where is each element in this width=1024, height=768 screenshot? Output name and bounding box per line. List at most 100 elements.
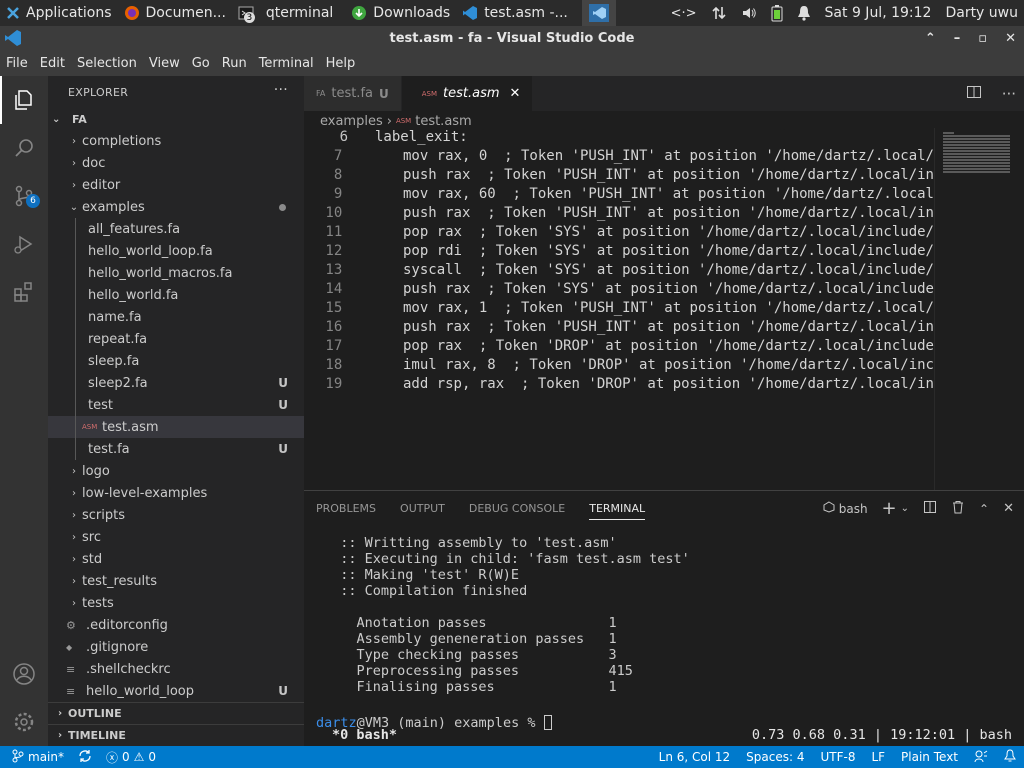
- breadcrumb-file[interactable]: test.asm: [415, 114, 472, 129]
- tree-item[interactable]: hello_world.fa: [48, 284, 304, 306]
- search-icon[interactable]: [0, 124, 48, 172]
- notification-bell-icon[interactable]: [797, 5, 811, 21]
- tree-item[interactable]: › logo: [48, 460, 304, 482]
- chevron-down-icon[interactable]: ⌄: [901, 503, 909, 514]
- restore-icon[interactable]: ▫: [978, 31, 987, 46]
- menu-help[interactable]: Help: [320, 56, 362, 71]
- menu-selection[interactable]: Selection: [71, 56, 143, 71]
- tree-item[interactable]: ASM test.asm: [48, 416, 304, 438]
- tree-item[interactable]: sleep2.fa U: [48, 372, 304, 394]
- taskbar-active-window[interactable]: [581, 0, 616, 26]
- timeline-section[interactable]: › TIMELINE: [48, 724, 304, 746]
- run-debug-icon[interactable]: [0, 220, 48, 268]
- tree-item[interactable]: test.fa U: [48, 438, 304, 460]
- extensions-icon[interactable]: [0, 268, 48, 316]
- maximize-panel-icon[interactable]: ⌃: [979, 502, 989, 516]
- tree-item[interactable]: › doc: [48, 152, 304, 174]
- new-terminal-icon[interactable]: +: [882, 498, 897, 519]
- tree-item[interactable]: › src: [48, 526, 304, 548]
- tree-item[interactable]: › scripts: [48, 504, 304, 526]
- source-control-icon[interactable]: 6: [0, 172, 48, 220]
- tree-item[interactable]: sleep.fa: [48, 350, 304, 372]
- menu-go[interactable]: Go: [186, 56, 216, 71]
- maximize-up-icon[interactable]: ⌃: [925, 31, 936, 46]
- taskbar-qterminal[interactable]: 3 qterminal: [232, 0, 339, 26]
- tab-terminal[interactable]: TERMINAL: [589, 497, 646, 520]
- tree-item[interactable]: › editor: [48, 174, 304, 196]
- explorer-icon[interactable]: [0, 76, 48, 124]
- code-line[interactable]: 12 pop rdi ; Token 'SYS' at position '/h…: [304, 242, 934, 261]
- code-line[interactable]: 17 pop rax ; Token 'DROP' at position '/…: [304, 337, 934, 356]
- encoding[interactable]: UTF-8: [820, 750, 855, 764]
- taskbar-firefox[interactable]: Documen...: [118, 0, 232, 26]
- network-code-icon[interactable]: <·>: [671, 6, 697, 21]
- user-name[interactable]: Darty uwu: [945, 5, 1018, 21]
- minimap[interactable]: [934, 128, 1024, 490]
- tree-item[interactable]: hello_world_loop.fa: [48, 240, 304, 262]
- tree-item[interactable]: › tests: [48, 592, 304, 614]
- settings-gear-icon[interactable]: [0, 698, 48, 746]
- code-line[interactable]: 11 pop rax ; Token 'SYS' at position '/h…: [304, 223, 934, 242]
- code-line[interactable]: 13 syscall ; Token 'SYS' at position '/h…: [304, 261, 934, 280]
- menu-file[interactable]: File: [0, 56, 34, 71]
- tree-item[interactable]: ≡ .shellcheckrc: [48, 658, 304, 680]
- tree-item[interactable]: test U: [48, 394, 304, 416]
- code-line[interactable]: 14 push rax ; Token 'SYS' at position '/…: [304, 280, 934, 299]
- account-icon[interactable]: [0, 650, 48, 698]
- terminal-shell-selector[interactable]: bash: [823, 501, 868, 516]
- tab-debug-console[interactable]: DEBUG CONSOLE: [469, 502, 565, 515]
- code-line[interactable]: 8 push rax ; Token 'PUSH_INT' at positio…: [304, 166, 934, 185]
- code-line[interactable]: 18 imul rax, 8 ; Token 'DROP' at positio…: [304, 356, 934, 375]
- tab-output[interactable]: OUTPUT: [400, 502, 445, 515]
- taskbar-downloads[interactable]: Downloads: [345, 0, 456, 26]
- problems-summary[interactable]: ⓧ 0 ⚠ 0: [106, 749, 156, 766]
- code-line[interactable]: 16 push rax ; Token 'PUSH_INT' at positi…: [304, 318, 934, 337]
- taskbar-vscode[interactable]: test.asm -...: [456, 0, 574, 26]
- menu-run[interactable]: Run: [216, 56, 253, 71]
- tree-item[interactable]: hello_world_macros.fa: [48, 262, 304, 284]
- language-mode[interactable]: Plain Text: [901, 750, 958, 764]
- notifications-icon[interactable]: [1004, 748, 1016, 766]
- tab-test-fa[interactable]: FA test.fa U: [304, 76, 402, 111]
- tree-item[interactable]: repeat.fa: [48, 328, 304, 350]
- close-icon[interactable]: ✕: [1005, 31, 1016, 46]
- tree-item[interactable]: ⌄ examples: [48, 196, 304, 218]
- menu-terminal[interactable]: Terminal: [253, 56, 320, 71]
- code-line[interactable]: 9 mov rax, 60 ; Token 'PUSH_INT' at posi…: [304, 185, 934, 204]
- sync-icon[interactable]: [78, 749, 92, 766]
- minimize-icon[interactable]: –: [954, 31, 961, 46]
- network-transfer-icon[interactable]: [711, 5, 727, 21]
- more-actions-icon[interactable]: ···: [274, 82, 288, 98]
- outline-section[interactable]: › OUTLINE: [48, 702, 304, 724]
- tree-item[interactable]: ◆ .gitignore: [48, 636, 304, 658]
- code-line[interactable]: 19 add rsp, rax ; Token 'DROP' at positi…: [304, 375, 934, 394]
- tab-problems[interactable]: PROBLEMS: [316, 502, 376, 515]
- tab-test-asm[interactable]: ASM test.asm ✕: [401, 76, 534, 111]
- battery-icon[interactable]: [771, 4, 783, 22]
- code-editor[interactable]: 6 label_exit: 7 mov rax, 0 ; Token 'PUSH_I…: [304, 128, 934, 490]
- git-branch[interactable]: main*: [12, 749, 64, 766]
- split-terminal-icon[interactable]: [923, 500, 937, 518]
- tree-item[interactable]: ≡ hello_world_loop U: [48, 680, 304, 702]
- tree-item[interactable]: › std: [48, 548, 304, 570]
- tree-item[interactable]: › test_results: [48, 570, 304, 592]
- menu-edit[interactable]: Edit: [34, 56, 71, 71]
- taskbar-applications[interactable]: Applications: [0, 0, 118, 26]
- code-line[interactable]: 15 mov rax, 1 ; Token 'PUSH_INT' at posi…: [304, 299, 934, 318]
- terminal-output[interactable]: :: Writting assembly to 'test.asm' :: Ex…: [316, 535, 1024, 731]
- tree-item[interactable]: name.fa: [48, 306, 304, 328]
- code-line[interactable]: 10 push rax ; Token 'PUSH_INT' at positi…: [304, 204, 934, 223]
- indentation[interactable]: Spaces: 4: [746, 750, 804, 764]
- tree-item[interactable]: › low-level-examples: [48, 482, 304, 504]
- tree-item[interactable]: all_features.fa: [48, 218, 304, 240]
- tree-item[interactable]: ⚙ .editorconfig: [48, 614, 304, 636]
- clock[interactable]: Sat 9 Jul, 19:12: [825, 5, 932, 21]
- split-editor-icon[interactable]: [966, 84, 982, 104]
- close-panel-icon[interactable]: ✕: [1003, 501, 1014, 516]
- trash-icon[interactable]: [951, 500, 965, 518]
- close-tab-icon[interactable]: ✕: [510, 86, 521, 101]
- more-actions-icon[interactable]: ···: [1002, 85, 1016, 103]
- feedback-icon[interactable]: [974, 749, 988, 766]
- end-of-line[interactable]: LF: [871, 750, 885, 764]
- workspace-root[interactable]: ⌄ FA: [48, 108, 304, 130]
